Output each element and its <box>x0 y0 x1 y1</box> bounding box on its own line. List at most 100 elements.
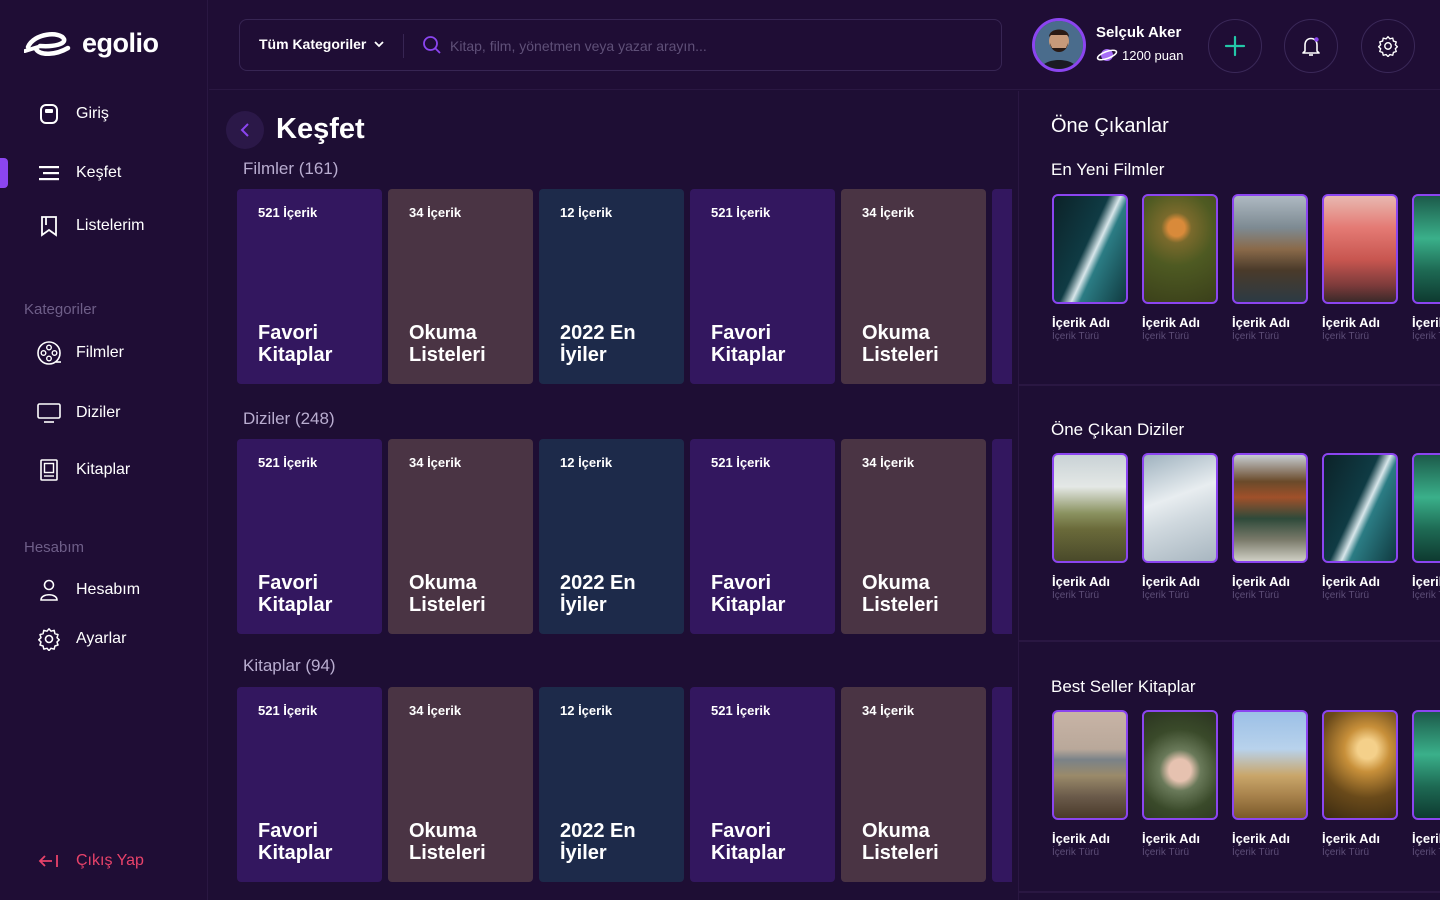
row-title-diziler[interactable]: Diziler (248) <box>243 409 335 429</box>
logout-button[interactable]: Çıkış Yap <box>36 849 144 873</box>
sidebar-item-kesfet[interactable]: Keşfet <box>36 161 121 185</box>
content-type: İçerik Türü <box>1412 847 1440 858</box>
content-name: İçerik Adı <box>1232 574 1291 589</box>
section-title-featured-series: Öne Çıkan Diziler <box>1051 420 1185 439</box>
content-type: İçerik Türü <box>1142 847 1190 858</box>
card-title: Okuma Listeleri <box>862 322 939 366</box>
content-item[interactable]: İçerik Adı İçerik Türü <box>1232 453 1308 601</box>
content-item[interactable]: İçerik Adı İçerik Türü <box>1142 194 1218 342</box>
content-type: İçerik Türü <box>1322 590 1370 601</box>
sidebar-item-label: Diziler <box>76 404 121 421</box>
sidebar-item-listelerim[interactable]: Listelerim <box>36 214 144 238</box>
sidebar-item-label: Filmler <box>76 344 124 361</box>
sidebar-item-filmler[interactable]: Filmler <box>36 341 124 365</box>
section-title-best-seller-books: Best Seller Kitaplar <box>1051 677 1196 696</box>
account-section-label: Hesabım <box>24 539 85 556</box>
card-row-filmler: 521 İçerik Favori Kitaplar 34 İçerik Okuma… <box>237 189 1012 384</box>
card-count: 521 İçerik <box>711 703 771 718</box>
content-item[interactable]: İçerik Adı İçerik Türü <box>1232 710 1308 858</box>
list-card[interactable]: 521 İçerik Favori Kitaplar <box>237 189 382 384</box>
user-points-value: 1200 puan <box>1122 47 1184 63</box>
content-item[interactable]: İçerik Adı İçerik Türü <box>1412 453 1440 601</box>
content-item[interactable]: İçerik Adı İçerik Türü <box>1142 710 1218 858</box>
chevron-down-icon <box>374 40 384 47</box>
logo-mark-icon <box>24 31 71 56</box>
book-icon <box>36 458 62 482</box>
list-card[interactable]: 34 İçerik Okuma Listeleri <box>841 687 986 882</box>
card-title: Favori Kitaplar <box>258 572 333 616</box>
content-name: İçerik Adı <box>1232 831 1291 846</box>
list-card[interactable]: 12 İçerik 2022 En İyiler <box>539 687 684 882</box>
sidebar-item-ayarlar[interactable]: Ayarlar <box>36 627 126 651</box>
content-name: İçerik Adı <box>1322 831 1381 846</box>
list-card-partial[interactable] <box>992 687 1012 882</box>
card-title: Favori Kitaplar <box>711 322 786 366</box>
category-select[interactable]: Tüm Kategoriler <box>259 36 384 52</box>
list-card-partial[interactable] <box>992 189 1012 384</box>
list-card[interactable]: 34 İçerik Okuma Listeleri <box>841 189 986 384</box>
list-card[interactable]: 34 İçerik Okuma Listeleri <box>388 189 533 384</box>
card-title: Okuma Listeleri <box>409 572 486 616</box>
avatar[interactable] <box>1032 18 1086 72</box>
content-type: İçerik Türü <box>1052 590 1100 601</box>
content-item[interactable]: İçerik Adı İçerik Türü <box>1412 194 1440 342</box>
list-card[interactable]: 34 İçerik Okuma Listeleri <box>388 439 533 634</box>
card-count: 12 İçerik <box>560 703 613 718</box>
card-count: 521 İçerik <box>258 455 318 470</box>
content-type: İçerik Türü <box>1322 331 1370 342</box>
chevron-left-icon <box>240 123 249 137</box>
list-card[interactable]: 521 İçerik Favori Kitaplar <box>690 687 835 882</box>
list-card[interactable]: 34 İçerik Okuma Listeleri <box>841 439 986 634</box>
back-button[interactable] <box>226 111 264 149</box>
content-type: İçerik Türü <box>1232 847 1280 858</box>
sidebar-item-hesabim[interactable]: Hesabım <box>36 578 140 602</box>
content-item[interactable]: İçerik Adı İçerik Türü <box>1052 194 1128 342</box>
list-card[interactable]: 521 İçerik Favori Kitaplar <box>690 439 835 634</box>
content-thumbnail <box>1232 194 1308 304</box>
list-card[interactable]: 521 İçerik Favori Kitaplar <box>690 189 835 384</box>
list-card[interactable]: 12 İçerik 2022 En İyiler <box>539 439 684 634</box>
user-points: 1200 puan <box>1096 47 1183 63</box>
content-item[interactable]: İçerik Adı İçerik Türü <box>1322 453 1398 601</box>
content-item[interactable]: İçerik Adı İçerik Türü <box>1142 453 1218 601</box>
search-input[interactable] <box>450 32 970 60</box>
search-divider <box>403 34 404 58</box>
list-card-partial[interactable] <box>992 439 1012 634</box>
sidebar-item-giris[interactable]: Giriş <box>36 102 109 126</box>
content-thumbnail <box>1232 710 1308 820</box>
card-count: 34 İçerik <box>862 205 915 220</box>
list-card[interactable]: 521 İçerik Favori Kitaplar <box>237 439 382 634</box>
content-thumbnail <box>1322 453 1398 563</box>
category-select-label: Tüm Kategoriler <box>259 36 367 52</box>
brand-logo[interactable]: egolio <box>24 28 159 59</box>
content-item[interactable]: İçerik Adı İçerik Türü <box>1322 194 1398 342</box>
content-thumbnail <box>1052 194 1128 304</box>
sidebar-item-label: Giriş <box>76 105 109 122</box>
row-title-kitaplar[interactable]: Kitaplar (94) <box>243 656 336 676</box>
sidebar-item-diziler[interactable]: Diziler <box>36 401 120 425</box>
sidebar-item-kitaplar[interactable]: Kitaplar <box>36 458 130 482</box>
section-title-new-movies: En Yeni Filmler <box>1051 160 1165 179</box>
featured-panel: Öne Çıkanlar En Yeni Filmler İçerik Adı … <box>1018 91 1440 900</box>
logout-label: Çıkış Yap <box>76 852 144 869</box>
list-card[interactable]: 521 İçerik Favori Kitaplar <box>237 687 382 882</box>
content-item[interactable]: İçerik Adı İçerik Türü <box>1322 710 1398 858</box>
tv-icon <box>36 401 62 425</box>
content-item[interactable]: İçerik Adı İçerik Türü <box>1412 710 1440 858</box>
notifications-button[interactable] <box>1284 19 1338 73</box>
list-card[interactable]: 12 İçerik 2022 En İyiler <box>539 189 684 384</box>
list-card[interactable]: 34 İçerik Okuma Listeleri <box>388 687 533 882</box>
plus-icon <box>1224 35 1246 57</box>
add-button[interactable] <box>1208 19 1262 73</box>
content-type: İçerik Türü <box>1052 847 1100 858</box>
content-item[interactable]: İçerik Adı İçerik Türü <box>1052 453 1128 601</box>
explore-icon <box>36 161 62 185</box>
card-count: 521 İçerik <box>711 455 771 470</box>
content-item[interactable]: İçerik Adı İçerik Türü <box>1052 710 1128 858</box>
card-title: Okuma Listeleri <box>862 820 939 864</box>
card-title: Okuma Listeleri <box>862 572 939 616</box>
thumb-row-best-seller-books: İçerik Adı İçerik Türü İçerik Adı İçerik… <box>1052 710 1440 858</box>
content-item[interactable]: İçerik Adı İçerik Türü <box>1232 194 1308 342</box>
settings-button[interactable] <box>1361 19 1415 73</box>
row-title-filmler[interactable]: Filmler (161) <box>243 159 338 179</box>
